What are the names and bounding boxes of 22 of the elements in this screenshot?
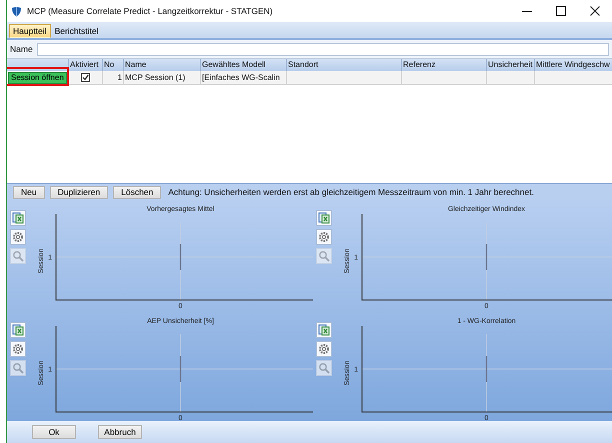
table-cell: MCP Session (1) (124, 71, 201, 85)
duplicate-button[interactable]: Duplizieren (50, 186, 108, 198)
ok-button[interactable]: Ok (32, 425, 76, 439)
column-header: Referenz (402, 59, 487, 71)
column-header: Aktiviert (69, 59, 103, 71)
tab[interactable]: Berichtstitel (50, 24, 102, 38)
notice-text: Achtung: Unsicherheiten werden erst ab gleichzeitigem Messzeitraum von min. 1 Jahr berechnet. (168, 187, 534, 197)
cancel-button[interactable]: Abbruch (98, 425, 142, 439)
column-header: Name (124, 59, 201, 71)
table-cell: [Einfaches WG-Scalin (201, 71, 287, 85)
tab[interactable]: Hauptteil (9, 24, 51, 38)
new-button[interactable]: Neu (13, 186, 45, 198)
column-header: No (103, 59, 124, 71)
column-header: Unsicherheit (487, 59, 535, 71)
table-cell: 1 (103, 71, 124, 85)
column-header: Gewähltes Modell (201, 59, 287, 71)
window-title: MCP (Measure Correlate Predict - Langzeitkorrektur - STATGEN) (27, 6, 273, 16)
column-header: Mittlere Windgeschw (535, 59, 612, 71)
delete-button[interactable]: Löschen (113, 186, 162, 198)
open-session-button[interactable]: Session öffnen (8, 72, 67, 84)
field-label: Name (10, 44, 33, 54)
column-header: Standort (287, 59, 402, 71)
